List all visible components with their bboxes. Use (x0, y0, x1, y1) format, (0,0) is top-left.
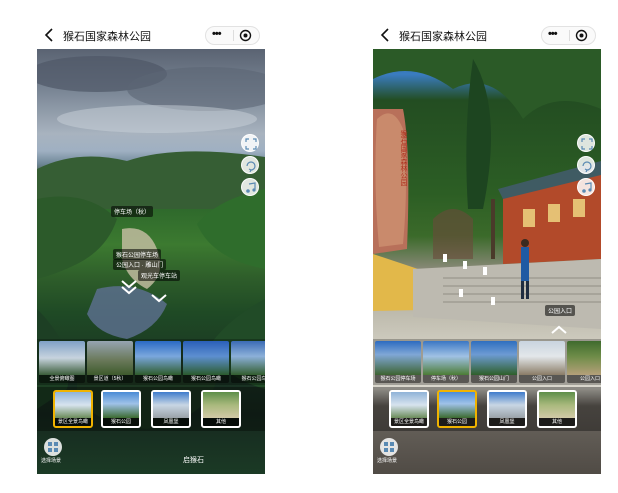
scene-group-strip: 景区全景鸟瞰 猴石公园 凤凰堡 其他 (37, 387, 265, 431)
back-arrow-icon[interactable] (43, 27, 57, 43)
scene-thumbnail-strip: 全景俯瞰图 景区道（5秋） 猴石公园鸟瞰 猴石公园鸟瞰 猴石公园鸟 (37, 339, 265, 385)
hotspot-parking-autumn[interactable]: 停车场（秋） (111, 206, 154, 217)
group-thumbnail (391, 392, 427, 418)
group-caption: 景区全景鸟瞰 (391, 418, 427, 426)
scene-card[interactable]: 公园入口 (519, 341, 565, 383)
group-thumbnail (489, 392, 525, 418)
phone-screen-aerial: 猴石国家森林公园 ••• 停车场（秋） 猴石公园停车场 公园入口 · 雕山门 观… (37, 22, 265, 474)
fullscreen-icon[interactable] (241, 134, 259, 152)
scene-thumbnail (135, 341, 181, 375)
scene-caption: 全景俯瞰图 (39, 375, 85, 383)
scene-caption: 公园入口 (519, 375, 565, 383)
scene-caption: 猴石公园鸟瞰 (183, 375, 229, 383)
capsule-divider (233, 30, 234, 41)
group-caption: 猴石公园 (439, 418, 475, 426)
gyroscope-icon[interactable] (577, 156, 595, 174)
select-scene-button[interactable]: 选择场景 (377, 438, 399, 464)
group-caption: 猴石公园 (103, 418, 139, 426)
scene-thumbnail (39, 341, 85, 375)
music-icon[interactable] (241, 178, 259, 196)
group-card-active[interactable]: 景区全景鸟瞰 (53, 390, 93, 428)
group-thumbnail (203, 392, 239, 418)
group-thumbnail (55, 392, 91, 418)
group-card[interactable]: 凤凰堡 (151, 390, 191, 428)
scene-card[interactable]: 全景俯瞰图 (39, 341, 85, 383)
mini-program-capsule: ••• (541, 26, 596, 45)
chevron-down-icon[interactable] (119, 277, 139, 297)
navbar: 猴石国家森林公园 ••• (37, 22, 265, 49)
scene-card[interactable]: 猴石公园山门 (471, 341, 517, 383)
group-thumbnail (153, 392, 189, 418)
stone-sign-text: 猴石国家森林公园 (400, 130, 407, 186)
scene-thumbnail (375, 341, 421, 375)
group-card[interactable]: 景区全景鸟瞰 (389, 390, 429, 428)
hotspot-park-entrance[interactable]: 公园入口 (545, 305, 576, 316)
scene-caption: 猴石公园鸟 (231, 375, 265, 383)
scene-card[interactable]: 猴石公园停车场 (375, 341, 421, 383)
scene-thumbnail (567, 341, 601, 375)
scene-caption: 猴石公园鸟瞰 (135, 375, 181, 383)
scene-thumbnail (519, 341, 565, 375)
panorama-view[interactable]: 停车场（秋） 猴石公园停车场 公园入口 · 雕山门 观光车停车站 全景俯瞰图 景… (37, 49, 265, 474)
scene-thumbnail (471, 341, 517, 375)
target-icon[interactable] (575, 29, 588, 42)
fullscreen-icon[interactable] (577, 134, 595, 152)
group-caption: 凤凰堡 (489, 418, 525, 426)
page-title: 猴石国家森林公园 (63, 31, 151, 43)
chevron-down-icon[interactable] (149, 289, 169, 309)
page-title: 猴石国家森林公园 (399, 31, 487, 43)
grid-icon (44, 438, 62, 456)
scene-card[interactable]: 停车场（秋） (423, 341, 469, 383)
scene-caption: 公园入口 (567, 375, 601, 383)
panorama-view[interactable]: 猴石国家森林公园 公园入口 猴石公园停车场 停车场（秋） 猴石公园山门 公园入口… (373, 49, 601, 474)
group-card-active[interactable]: 猴石公园 (437, 390, 477, 428)
scene-caption: 猴石公园停车场 (375, 375, 421, 383)
hotspot-park-gate[interactable]: 公园入口 · 雕山门 (113, 259, 167, 270)
target-icon[interactable] (239, 29, 252, 42)
scene-caption: 猴石公园山门 (471, 375, 517, 383)
group-caption: 凤凰堡 (153, 418, 189, 426)
location-label: 启猴石 (183, 457, 204, 464)
scene-thumbnail (87, 341, 133, 375)
capsule-divider (569, 30, 570, 41)
select-scene-button[interactable]: 选择场景 (41, 438, 63, 464)
mini-program-capsule: ••• (205, 26, 260, 45)
hotspot-shuttle-station[interactable]: 观光车停车站 (138, 270, 181, 281)
scene-card[interactable]: 猴石公园鸟瞰 (183, 341, 229, 383)
group-thumbnail (539, 392, 575, 418)
scene-card[interactable]: 景区道（5秋） (87, 341, 133, 383)
scene-thumbnail (231, 341, 265, 375)
group-card[interactable]: 其他 (201, 390, 241, 428)
scene-group-strip: 景区全景鸟瞰 猴石公园 凤凰堡 其他 (373, 387, 601, 431)
group-caption: 其他 (539, 418, 575, 426)
scene-card[interactable]: 公园入口 (567, 341, 601, 383)
chevron-up-icon[interactable] (549, 319, 569, 339)
more-dots-icon[interactable]: ••• (548, 28, 558, 40)
scene-thumbnail (183, 341, 229, 375)
group-thumbnail (439, 392, 475, 418)
group-card[interactable]: 其他 (537, 390, 577, 428)
scene-card[interactable]: 猴石公园鸟 (231, 341, 265, 383)
gyroscope-icon[interactable] (241, 156, 259, 174)
group-card[interactable]: 猴石公园 (101, 390, 141, 428)
scene-thumbnail-strip: 猴石公园停车场 停车场（秋） 猴石公园山门 公园入口 公园入口 (373, 339, 601, 385)
scene-caption: 景区道（5秋） (87, 375, 133, 383)
music-icon[interactable] (577, 178, 595, 196)
group-thumbnail (103, 392, 139, 418)
grid-icon (380, 438, 398, 456)
navbar: 猴石国家森林公园 ••• (373, 22, 601, 49)
scene-thumbnail (423, 341, 469, 375)
group-caption: 其他 (203, 418, 239, 426)
group-caption: 景区全景鸟瞰 (55, 418, 91, 426)
scene-caption: 停车场（秋） (423, 375, 469, 383)
select-scene-label: 选择场景 (377, 458, 398, 464)
scene-card[interactable]: 猴石公园鸟瞰 (135, 341, 181, 383)
group-card[interactable]: 凤凰堡 (487, 390, 527, 428)
more-dots-icon[interactable]: ••• (212, 28, 222, 40)
phone-screen-entrance: 猴石国家森林公园 ••• 猴石国家森林公园 公园入口 猴石公园停车场 停车场（秋… (373, 22, 601, 474)
select-scene-label: 选择场景 (41, 458, 62, 464)
back-arrow-icon[interactable] (379, 27, 393, 43)
